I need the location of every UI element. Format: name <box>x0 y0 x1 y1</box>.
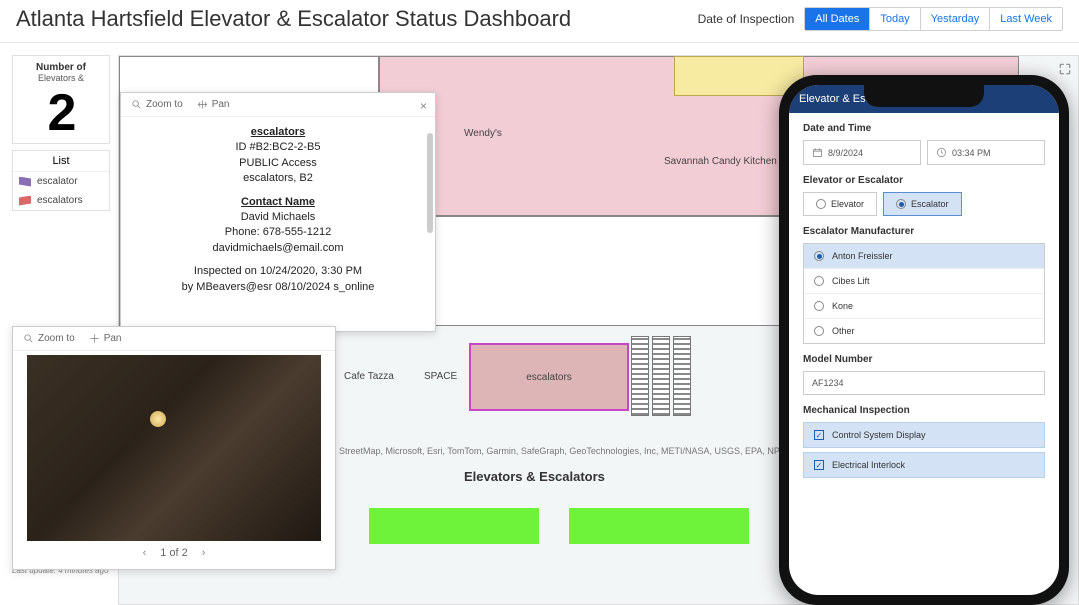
radio-icon <box>814 276 824 286</box>
list-item[interactable]: escalator <box>13 172 109 191</box>
page-title: Atlanta Hartsfield Elevator & Escalator … <box>16 6 571 32</box>
counter-card: Number of Elevators & 2 <box>12 55 110 144</box>
close-icon[interactable]: × <box>420 99 427 113</box>
mechanical-list: ✓Control System Display ✓Electrical Inte… <box>803 422 1045 478</box>
tab-last-week[interactable]: Last Week <box>989 8 1062 30</box>
escalator-feature[interactable]: escalators <box>469 343 629 411</box>
map-attribution: StreetMap, Microsoft, Esri, TomTom, Garm… <box>339 446 832 456</box>
radio-icon <box>816 199 826 209</box>
attachment-image[interactable] <box>27 355 321 541</box>
phone-frame: Elevator & Escalator Inspections Date an… <box>779 75 1069 605</box>
swatch-icon <box>19 196 31 206</box>
manufacturer-option[interactable]: Anton Freissler <box>804 244 1044 268</box>
photo-panel: Zoom to Pan ‹ 1 of 2 › <box>12 326 336 570</box>
popup-body[interactable]: escalators ID #B2:BC2-2-B5 PUBLIC Access… <box>121 117 435 317</box>
list-item-label: escalator <box>37 176 78 187</box>
radio-escalator[interactable]: Escalator <box>883 192 962 216</box>
date-field[interactable]: 8/9/2024 <box>803 140 921 165</box>
radio-icon <box>814 251 824 261</box>
room-label-space: SPACE <box>424 371 457 382</box>
status-bar <box>569 508 749 544</box>
phone-notch <box>864 85 984 107</box>
survey-form: Elevator & Escalator Inspections Date an… <box>789 85 1059 492</box>
clock-icon <box>936 147 947 158</box>
type-label: Elevator or Escalator <box>803 175 1045 186</box>
checkbox-icon: ✓ <box>814 460 824 470</box>
radio-icon <box>814 326 824 336</box>
popup-access: PUBLIC Access <box>139 156 417 171</box>
inspection-line: by MBeavers@esr 08/10/2024 s_online <box>139 280 417 295</box>
pan-icon <box>89 333 100 344</box>
zoom-to-button[interactable]: Zoom to <box>131 99 183 110</box>
feature-popup: × Zoom to Pan escalators ID #B2:BC2-2-B5… <box>120 92 436 332</box>
radio-elevator[interactable]: Elevator <box>803 192 877 216</box>
next-button[interactable]: › <box>202 547 206 559</box>
tab-yesterday[interactable]: Yestarday <box>920 8 990 30</box>
manufacturer-list: Anton Freissler Cibes Lift Kone Other <box>803 243 1045 344</box>
radio-icon <box>814 301 824 311</box>
model-field[interactable]: AF1234 <box>803 371 1045 395</box>
popup-toolbar: Zoom to Pan <box>121 93 435 117</box>
list-item-label: escalators <box>37 195 83 206</box>
pager: ‹ 1 of 2 › <box>13 541 335 565</box>
list-item[interactable]: escalators <box>13 191 109 210</box>
model-label: Model Number <box>803 354 1045 365</box>
mechanical-label: Mechanical Inspection <box>803 405 1045 416</box>
calendar-icon <box>812 147 823 158</box>
manufacturer-option[interactable]: Other <box>804 318 1044 343</box>
radio-icon <box>896 199 906 209</box>
date-tabs: All Dates Today Yestarday Last Week <box>804 7 1063 31</box>
zoom-to-button[interactable]: Zoom to <box>23 333 75 344</box>
popup-id: ID #B2:BC2-2-B5 <box>139 140 417 155</box>
prev-button[interactable]: ‹ <box>143 547 147 559</box>
manufacturer-option[interactable]: Kone <box>804 293 1044 318</box>
map-section-title: Elevators & Escalators <box>464 469 605 484</box>
time-field[interactable]: 03:34 PM <box>927 140 1045 165</box>
room-label-wendys: Wendy's <box>464 128 502 139</box>
room-label-savannah: Savannah Candy Kitchen <box>664 156 777 167</box>
date-filter-label: Date of Inspection <box>698 12 795 26</box>
photo-toolbar: Zoom to Pan <box>13 327 335 351</box>
pan-button[interactable]: Pan <box>89 333 122 344</box>
counter-value: 2 <box>17 83 105 143</box>
pan-icon <box>197 99 208 110</box>
tab-today[interactable]: Today <box>869 8 919 30</box>
header: Atlanta Hartsfield Elevator & Escalator … <box>0 0 1079 43</box>
magnifier-icon <box>23 333 34 344</box>
contact-phone: Phone: 678-555-1212 <box>139 225 417 240</box>
expand-icon[interactable] <box>1058 62 1072 76</box>
mechanical-option[interactable]: ✓Electrical Interlock <box>803 452 1045 478</box>
pan-button[interactable]: Pan <box>197 99 230 110</box>
date-label: Date and Time <box>803 123 1045 134</box>
checkbox-icon: ✓ <box>814 430 824 440</box>
room-label-cafe: Cafe Tazza <box>344 371 394 382</box>
magnifier-icon <box>131 99 142 110</box>
list-title: List <box>13 151 109 172</box>
manufacturer-label: Escalator Manufacturer <box>803 226 1045 237</box>
swatch-icon <box>19 177 31 187</box>
popup-title: escalators <box>139 125 417 140</box>
counter-label: Number of <box>17 62 105 73</box>
contact-name: David Michaels <box>139 210 417 225</box>
contact-heading: Contact Name <box>139 195 417 210</box>
pager-text: 1 of 2 <box>160 547 188 559</box>
contact-email: davidmichaels@email.com <box>139 241 417 256</box>
counter-sub: Elevators & <box>17 73 105 83</box>
popup-location: escalators, B2 <box>139 171 417 186</box>
status-bar <box>369 508 539 544</box>
date-filter: Date of Inspection All Dates Today Yesta… <box>698 7 1063 31</box>
mechanical-option[interactable]: ✓Control System Display <box>803 422 1045 448</box>
escalator-rails <box>631 336 691 416</box>
tab-all-dates[interactable]: All Dates <box>805 8 869 30</box>
scrollbar[interactable] <box>427 133 433 233</box>
phone-screen: Elevator & Escalator Inspections Date an… <box>789 85 1059 595</box>
list-card: List escalator escalators <box>12 150 110 211</box>
inspection-line: Inspected on 10/24/2020, 3:30 PM <box>139 264 417 279</box>
manufacturer-option[interactable]: Cibes Lift <box>804 268 1044 293</box>
left-column: Number of Elevators & 2 List escalator e… <box>12 55 110 211</box>
